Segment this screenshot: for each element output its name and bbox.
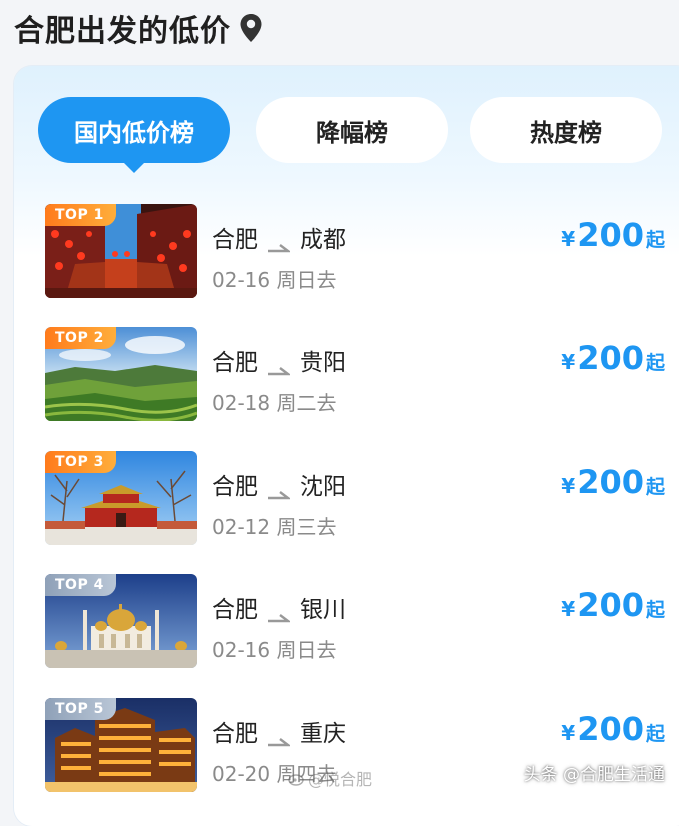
route-item-yinchuan[interactable]: TOP 4 合肥 银川 02-16 周日去 ¥ 200 起	[45, 572, 665, 668]
route-arrow-icon	[268, 603, 292, 623]
origin-city: 合肥	[212, 597, 258, 623]
price-amount: 200	[577, 339, 644, 377]
price-suffix: 起	[645, 599, 665, 621]
destination-city: 贵阳	[300, 350, 346, 376]
rank-badge: TOP 2	[45, 327, 116, 349]
route-arrow-icon	[268, 727, 292, 747]
origin-city: 合肥	[212, 227, 258, 253]
location-pin-icon[interactable]	[239, 13, 263, 43]
tab-popularity[interactable]: 热度榜	[470, 97, 662, 163]
price-suffix: 起	[645, 229, 665, 251]
price-suffix: 起	[645, 352, 665, 374]
tab-price-drop[interactable]: 降幅榜	[256, 97, 448, 163]
destination-photo-chongqing: TOP 5	[45, 698, 197, 792]
currency-symbol: ¥	[561, 721, 576, 745]
page-header: 合肥出发的低价	[14, 8, 263, 49]
destination-photo-chengdu: TOP 1	[45, 204, 197, 298]
tab-label: 国内低价榜	[74, 118, 194, 147]
route-item-guiyang[interactable]: TOP 2 合肥 贵阳 02-18 周二去 ¥ 200 起	[45, 325, 665, 421]
route-arrow-icon	[268, 233, 292, 253]
price-amount: 200	[577, 710, 644, 748]
price-tag: ¥ 200 起	[561, 463, 665, 501]
origin-city: 合肥	[212, 350, 258, 376]
route-title: 合肥 贵阳	[212, 343, 346, 377]
tab-label: 降幅榜	[316, 118, 388, 147]
rank-badge: TOP 4	[45, 574, 116, 596]
page-title: 合肥出发的低价	[14, 14, 231, 49]
route-title: 合肥 重庆	[212, 714, 346, 748]
destination-photo-guiyang: TOP 2	[45, 327, 197, 421]
route-item-shenyang[interactable]: TOP 3 合肥 沈阳 02-12 周三去 ¥ 200 起	[45, 449, 665, 545]
price-tag: ¥ 200 起	[561, 586, 665, 624]
destination-city: 重庆	[300, 721, 346, 747]
currency-symbol: ¥	[561, 597, 576, 621]
route-title: 合肥 沈阳	[212, 467, 346, 501]
toutiao-watermark: 头条 @合肥生活通	[523, 765, 665, 785]
currency-symbol: ¥	[561, 474, 576, 498]
departure-date: 02-16 周日去	[212, 268, 337, 292]
price-amount: 200	[577, 216, 644, 254]
weibo-watermark-text: @悦合肥	[308, 770, 373, 789]
weibo-icon	[288, 770, 306, 786]
rank-badge: TOP 1	[45, 204, 116, 226]
destination-photo-shenyang: TOP 3	[45, 451, 197, 545]
origin-city: 合肥	[212, 721, 258, 747]
price-suffix: 起	[645, 476, 665, 498]
price-tag: ¥ 200 起	[561, 710, 665, 748]
currency-symbol: ¥	[561, 350, 576, 374]
price-suffix: 起	[645, 723, 665, 745]
destination-city: 沈阳	[300, 474, 346, 500]
weibo-watermark: @悦合肥	[288, 766, 372, 790]
ranking-card: 国内低价榜 降幅榜 热度榜 TOP 1 合肥 成都 02-16 周日去 ¥ 20…	[14, 66, 679, 826]
price-amount: 200	[577, 586, 644, 624]
price-tag: ¥ 200 起	[561, 339, 665, 377]
origin-city: 合肥	[212, 474, 258, 500]
destination-city: 成都	[300, 227, 346, 253]
currency-symbol: ¥	[561, 227, 576, 251]
route-title: 合肥 银川	[212, 590, 346, 624]
price-amount: 200	[577, 463, 644, 501]
departure-date: 02-12 周三去	[212, 515, 337, 539]
departure-date: 02-18 周二去	[212, 391, 337, 415]
destination-photo-yinchuan: TOP 4	[45, 574, 197, 668]
rank-badge: TOP 5	[45, 698, 116, 720]
active-tab-pointer	[123, 162, 145, 173]
tab-label: 热度榜	[530, 118, 602, 147]
destination-city: 银川	[300, 597, 346, 623]
departure-date: 02-16 周日去	[212, 638, 337, 662]
route-arrow-icon	[268, 480, 292, 500]
price-tag: ¥ 200 起	[561, 216, 665, 254]
route-title: 合肥 成都	[212, 220, 346, 254]
rank-badge: TOP 3	[45, 451, 116, 473]
tab-domestic-low-price[interactable]: 国内低价榜	[38, 97, 230, 173]
route-arrow-icon	[268, 356, 292, 376]
route-item-chengdu[interactable]: TOP 1 合肥 成都 02-16 周日去 ¥ 200 起	[45, 202, 665, 298]
